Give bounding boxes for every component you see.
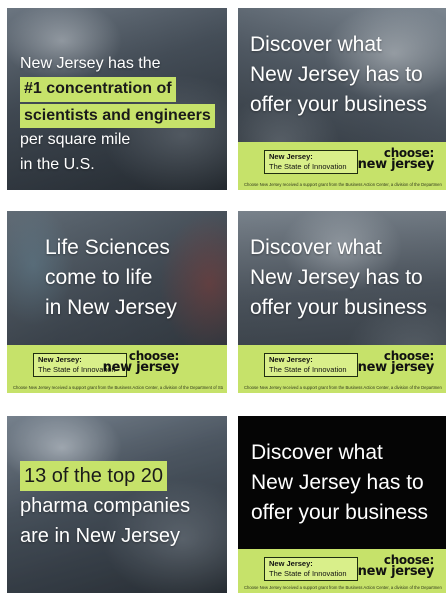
ad-4-copy: Discover what New Jersey has to offer yo…: [250, 233, 427, 323]
ad-1-highlight-2: scientists and engineers: [20, 103, 215, 129]
choose-new-jersey-logo: choose: new jersey: [357, 147, 435, 173]
tagline-line-1: New Jersey:: [269, 152, 313, 161]
tagline-line-1: New Jersey:: [269, 355, 313, 364]
ad-3-life-sciences[interactable]: Life Sciences come to life in New Jersey…: [7, 211, 227, 393]
tagline-line-2: The State of Innovation: [269, 569, 347, 578]
ad-1-line-5: in the U.S.: [20, 156, 95, 174]
ad-4-line-1: Discover what: [250, 236, 382, 259]
ad-2-copy: Discover what New Jersey has to offer yo…: [250, 30, 427, 120]
ad-1-line-1: New Jersey has the: [20, 55, 161, 72]
ad-4-line-2: New Jersey has to: [250, 266, 423, 290]
ad-4-discover[interactable]: Discover what New Jersey has to offer yo…: [238, 211, 446, 393]
logo-line-2: new jersey: [357, 564, 435, 580]
ad-footer: New Jersey: The State of Innovation choo…: [238, 345, 446, 393]
ad-1-copy: New Jersey has the #1 concentration of s…: [20, 52, 215, 178]
tagline-line-2: The State of Innovation: [269, 162, 347, 171]
choose-new-jersey-logo: choose: new jersey: [357, 350, 435, 376]
ad-6-line-2: New Jersey has to: [251, 471, 424, 495]
tagline-box: New Jersey: The State of Innovation: [264, 557, 358, 581]
choose-new-jersey-logo: choose: new jersey: [102, 350, 180, 376]
ad-footer: New Jersey: The State of Innovation choo…: [238, 142, 446, 190]
ad-2-line-1: Discover what: [250, 33, 382, 56]
tagline-line-2: The State of Innovation: [269, 365, 347, 374]
ad-6-line-3: offer your business: [251, 501, 429, 525]
tagline-line-1: New Jersey:: [269, 559, 313, 568]
ad-3-line-1: Life Sciences: [45, 236, 170, 259]
ad-3-line-2: come to life: [45, 266, 153, 290]
ad-2-line-3: offer your business: [250, 93, 428, 117]
ad-4-line-3: offer your business: [250, 296, 428, 320]
ad-6-line-1: Discover what: [251, 441, 383, 464]
ad-2-line-2: New Jersey has to: [250, 63, 423, 87]
ad-1-line-4: per square mile: [20, 131, 131, 149]
tagline-box: New Jersey: The State of Innovation: [264, 150, 358, 174]
fine-print: Choose New Jersey received a support gra…: [244, 182, 442, 187]
ad-1-highlight-1: #1 concentration of: [20, 76, 176, 102]
logo-line-2: new jersey: [357, 360, 435, 376]
ad-footer: New Jersey: The State of Innovation choo…: [238, 549, 446, 593]
logo-line-2: new jersey: [102, 360, 180, 376]
fine-print: Choose New Jersey received a support gra…: [13, 385, 223, 390]
fine-print: Choose New Jersey received a support gra…: [244, 385, 442, 390]
ad-3-line-3: in New Jersey: [45, 296, 177, 320]
ad-2-discover[interactable]: Discover what New Jersey has to offer yo…: [238, 8, 446, 190]
ad-5-pharma[interactable]: 13 of the top 20 pharma companies are in…: [7, 416, 227, 593]
ad-5-line-2: pharma companies: [20, 495, 191, 517]
ad-3-copy: Life Sciences come to life in New Jersey: [45, 233, 177, 323]
ad-5-highlight: 13 of the top 20: [20, 461, 168, 491]
ad-6-copy: Discover what New Jersey has to offer yo…: [251, 438, 428, 528]
tagline-box: New Jersey: The State of Innovation: [264, 353, 358, 377]
ad-1-concentration[interactable]: New Jersey has the #1 concentration of s…: [7, 8, 227, 190]
logo-line-2: new jersey: [357, 157, 435, 173]
fine-print: Choose New Jersey received a support gra…: [244, 585, 442, 590]
ad-5-copy: 13 of the top 20 pharma companies are in…: [20, 461, 190, 551]
ad-footer: New Jersey: The State of Innovation choo…: [7, 345, 227, 393]
ad-5-line-3: are in New Jersey: [20, 525, 181, 547]
ad-6-discover-black[interactable]: Discover what New Jersey has to offer yo…: [238, 416, 446, 593]
choose-new-jersey-logo: choose: new jersey: [357, 554, 435, 580]
